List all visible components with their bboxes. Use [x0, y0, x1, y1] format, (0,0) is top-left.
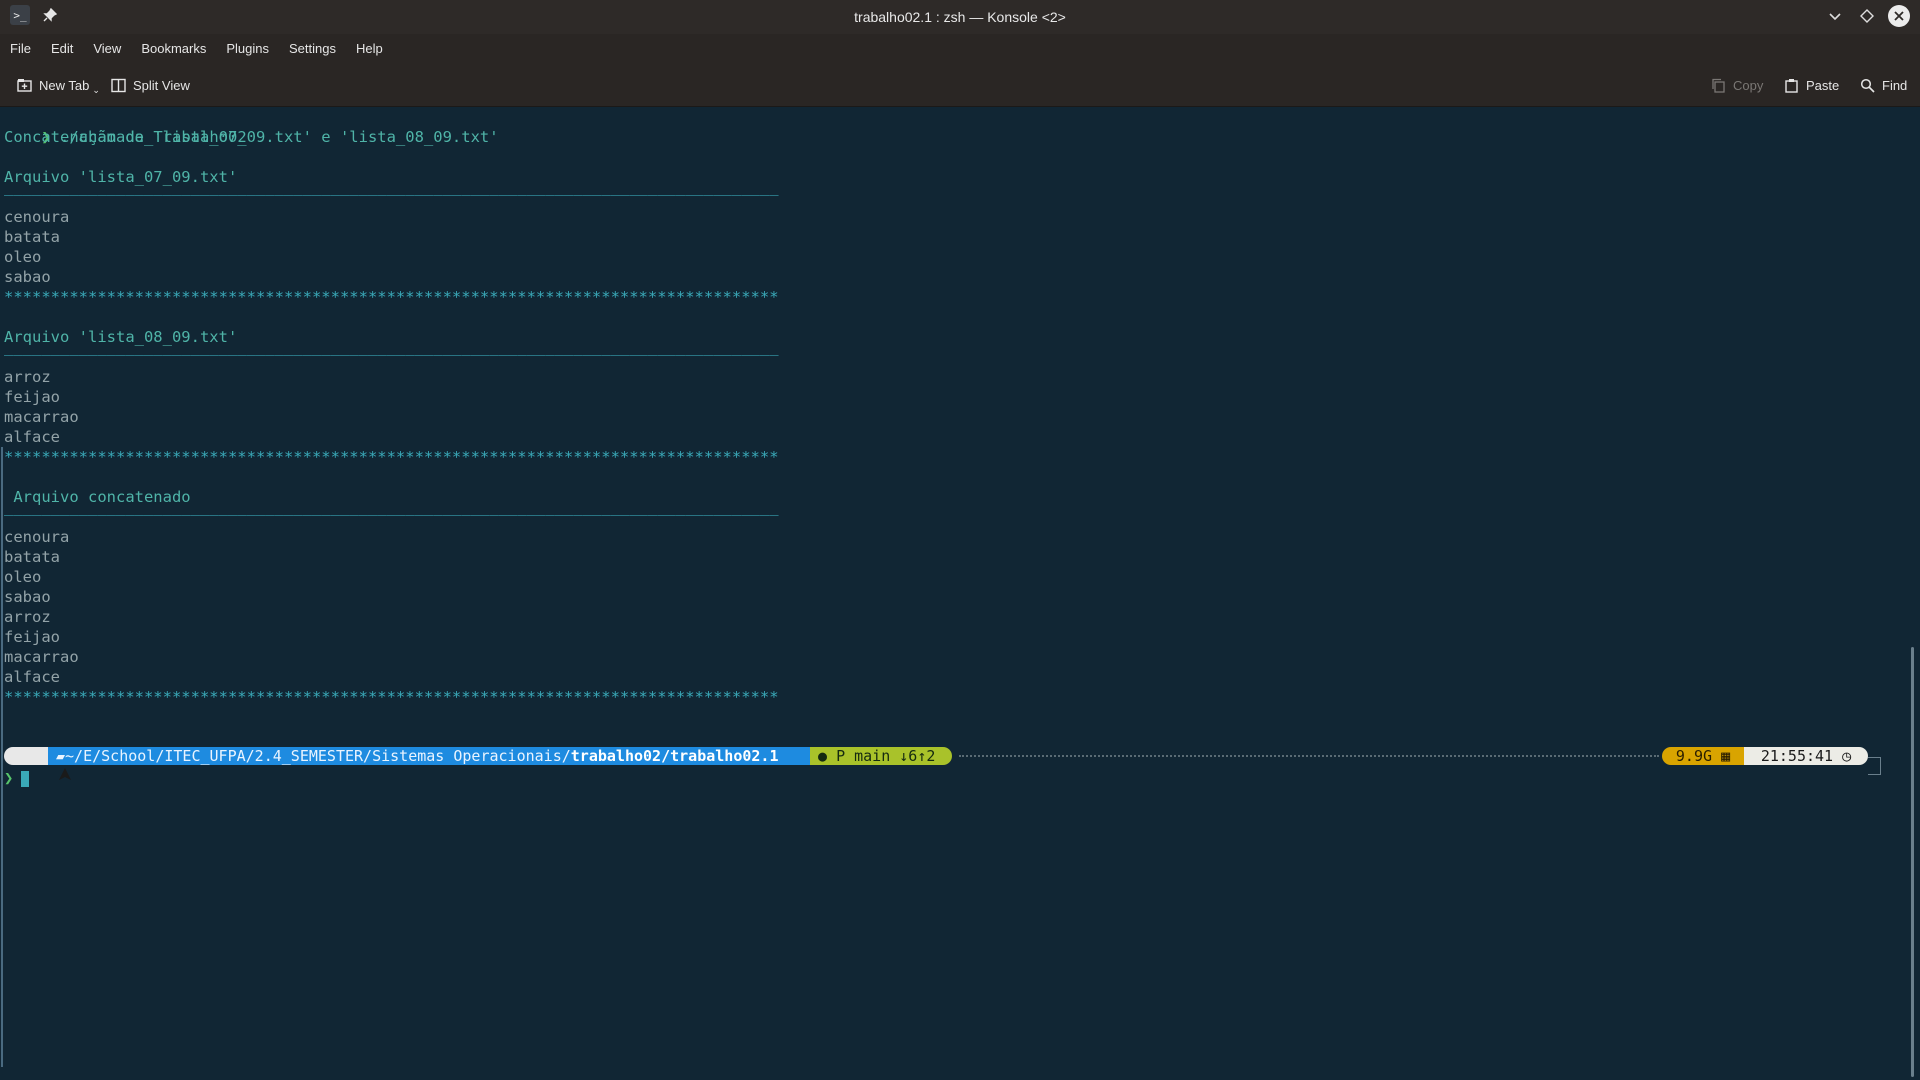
output-line: arroz — [4, 608, 51, 626]
output-line: Concatenação de 'lista_07_09.txt' e 'lis… — [4, 128, 499, 146]
output-line: alface — [4, 668, 60, 686]
clock-icon: ◷ — [1842, 747, 1852, 765]
terminal-view[interactable]: ❯ ./chamada_Trabalho02 Concatenação de '… — [0, 107, 1920, 1080]
pin-icon[interactable] — [42, 7, 58, 23]
menu-bar: File Edit View Bookmarks Plugins Setting… — [0, 34, 1920, 64]
copy-button[interactable]: Copy — [1710, 74, 1763, 96]
window-title: trabalho02.1 : zsh — Konsole <2> — [854, 9, 1066, 25]
output-stars: ****************************************… — [4, 288, 779, 306]
copy-icon — [1710, 77, 1726, 93]
split-view-label: Split View — [133, 77, 190, 93]
output-line: oleo — [4, 568, 42, 586]
git-segment: ● P main ↓6↑2 — [810, 747, 952, 765]
paste-button[interactable]: Paste — [1783, 74, 1839, 96]
search-icon — [1859, 77, 1875, 93]
selection-marker — [1, 447, 3, 1067]
toolbar: New Tab ⌄ Split View Copy Paste Find — [0, 64, 1920, 107]
copy-label: Copy — [1733, 77, 1764, 93]
memory-segment: 9.9G ▦ — [1662, 747, 1744, 765]
find-label: Find — [1882, 77, 1908, 93]
output-stars: ****************************************… — [4, 448, 779, 466]
minimize-chevron-icon[interactable] — [1824, 5, 1846, 27]
cwd-path: ~/E/School/ITEC_UFPA/2.4_SEMESTER/Sistem… — [65, 747, 571, 765]
output-rule: ________________________________________… — [4, 338, 779, 356]
menu-view[interactable]: View — [83, 34, 131, 64]
find-button[interactable]: Find — [1859, 74, 1907, 96]
chevron-down-icon[interactable]: ⌄ — [92, 85, 100, 96]
menu-help[interactable]: Help — [346, 34, 393, 64]
output-line: alface — [4, 428, 60, 446]
menu-file[interactable]: File — [0, 34, 41, 64]
output-line: batata — [4, 228, 60, 246]
output-line: oleo — [4, 248, 42, 266]
statusline-end-marker — [1868, 757, 1881, 775]
input-prompt[interactable]: ❯ — [4, 768, 30, 788]
output-line: feijao — [4, 628, 60, 646]
output-line: arroz — [4, 368, 51, 386]
github-icon: ● — [818, 747, 828, 765]
paste-icon — [1783, 77, 1799, 93]
paste-label: Paste — [1806, 77, 1840, 93]
memory-value: 9.9G — [1675, 747, 1713, 765]
folder-icon: ▰ — [56, 747, 66, 765]
cwd-segment: ▰~/E/School/ITEC_UFPA/2.4_SEMESTER/Siste… — [48, 747, 810, 765]
split-view-button[interactable]: Split View — [110, 74, 190, 96]
prompt-symbol: ❯ — [4, 769, 14, 787]
output-rule: ________________________________________… — [4, 498, 779, 516]
menu-bookmarks[interactable]: Bookmarks — [131, 34, 216, 64]
new-tab-label: New Tab — [39, 77, 90, 93]
arch-icon — [4, 747, 72, 780]
clock-time: 21:55:41 — [1760, 747, 1834, 765]
output-line: batata — [4, 548, 60, 566]
output-line: feijao — [4, 388, 60, 406]
cwd-path-current: trabalho02/trabalho02.1 — [570, 747, 779, 765]
new-tab-icon — [16, 77, 32, 93]
output-line: sabao — [4, 268, 51, 286]
title-bar: >_ trabalho02.1 : zsh — Konsole <2> — [0, 0, 1920, 34]
scrollbar[interactable] — [1911, 647, 1914, 1077]
time-segment: 21:55:41 ◷ — [1744, 747, 1868, 765]
menu-settings[interactable]: Settings — [279, 34, 346, 64]
command-line: ❯ ./chamada_Trabalho02 — [4, 107, 246, 146]
menu-edit[interactable]: Edit — [41, 34, 83, 64]
output-line: cenoura — [4, 208, 70, 226]
close-icon[interactable] — [1888, 5, 1910, 27]
ram-icon: ▦ — [1721, 747, 1731, 765]
output-rule: ________________________________________… — [4, 178, 779, 196]
output-line: cenoura — [4, 528, 70, 546]
git-status: P main ↓6↑2 — [836, 747, 936, 765]
output-stars: ****************************************… — [4, 688, 779, 706]
output-line: macarrao — [4, 648, 79, 666]
prompt-statusline: ▰~/E/School/ITEC_UFPA/2.4_SEMESTER/Siste… — [4, 747, 1919, 780]
terminal-icon[interactable]: >_ — [10, 5, 30, 25]
output-line: macarrao — [4, 408, 79, 426]
new-tab-button[interactable]: New Tab ⌄ — [16, 74, 100, 96]
maximize-diamond-icon[interactable] — [1856, 5, 1878, 27]
statusline-filler — [959, 755, 1659, 757]
text-cursor — [21, 770, 30, 787]
menu-plugins[interactable]: Plugins — [216, 34, 279, 64]
split-view-icon — [110, 77, 126, 93]
output-line: sabao — [4, 588, 51, 606]
